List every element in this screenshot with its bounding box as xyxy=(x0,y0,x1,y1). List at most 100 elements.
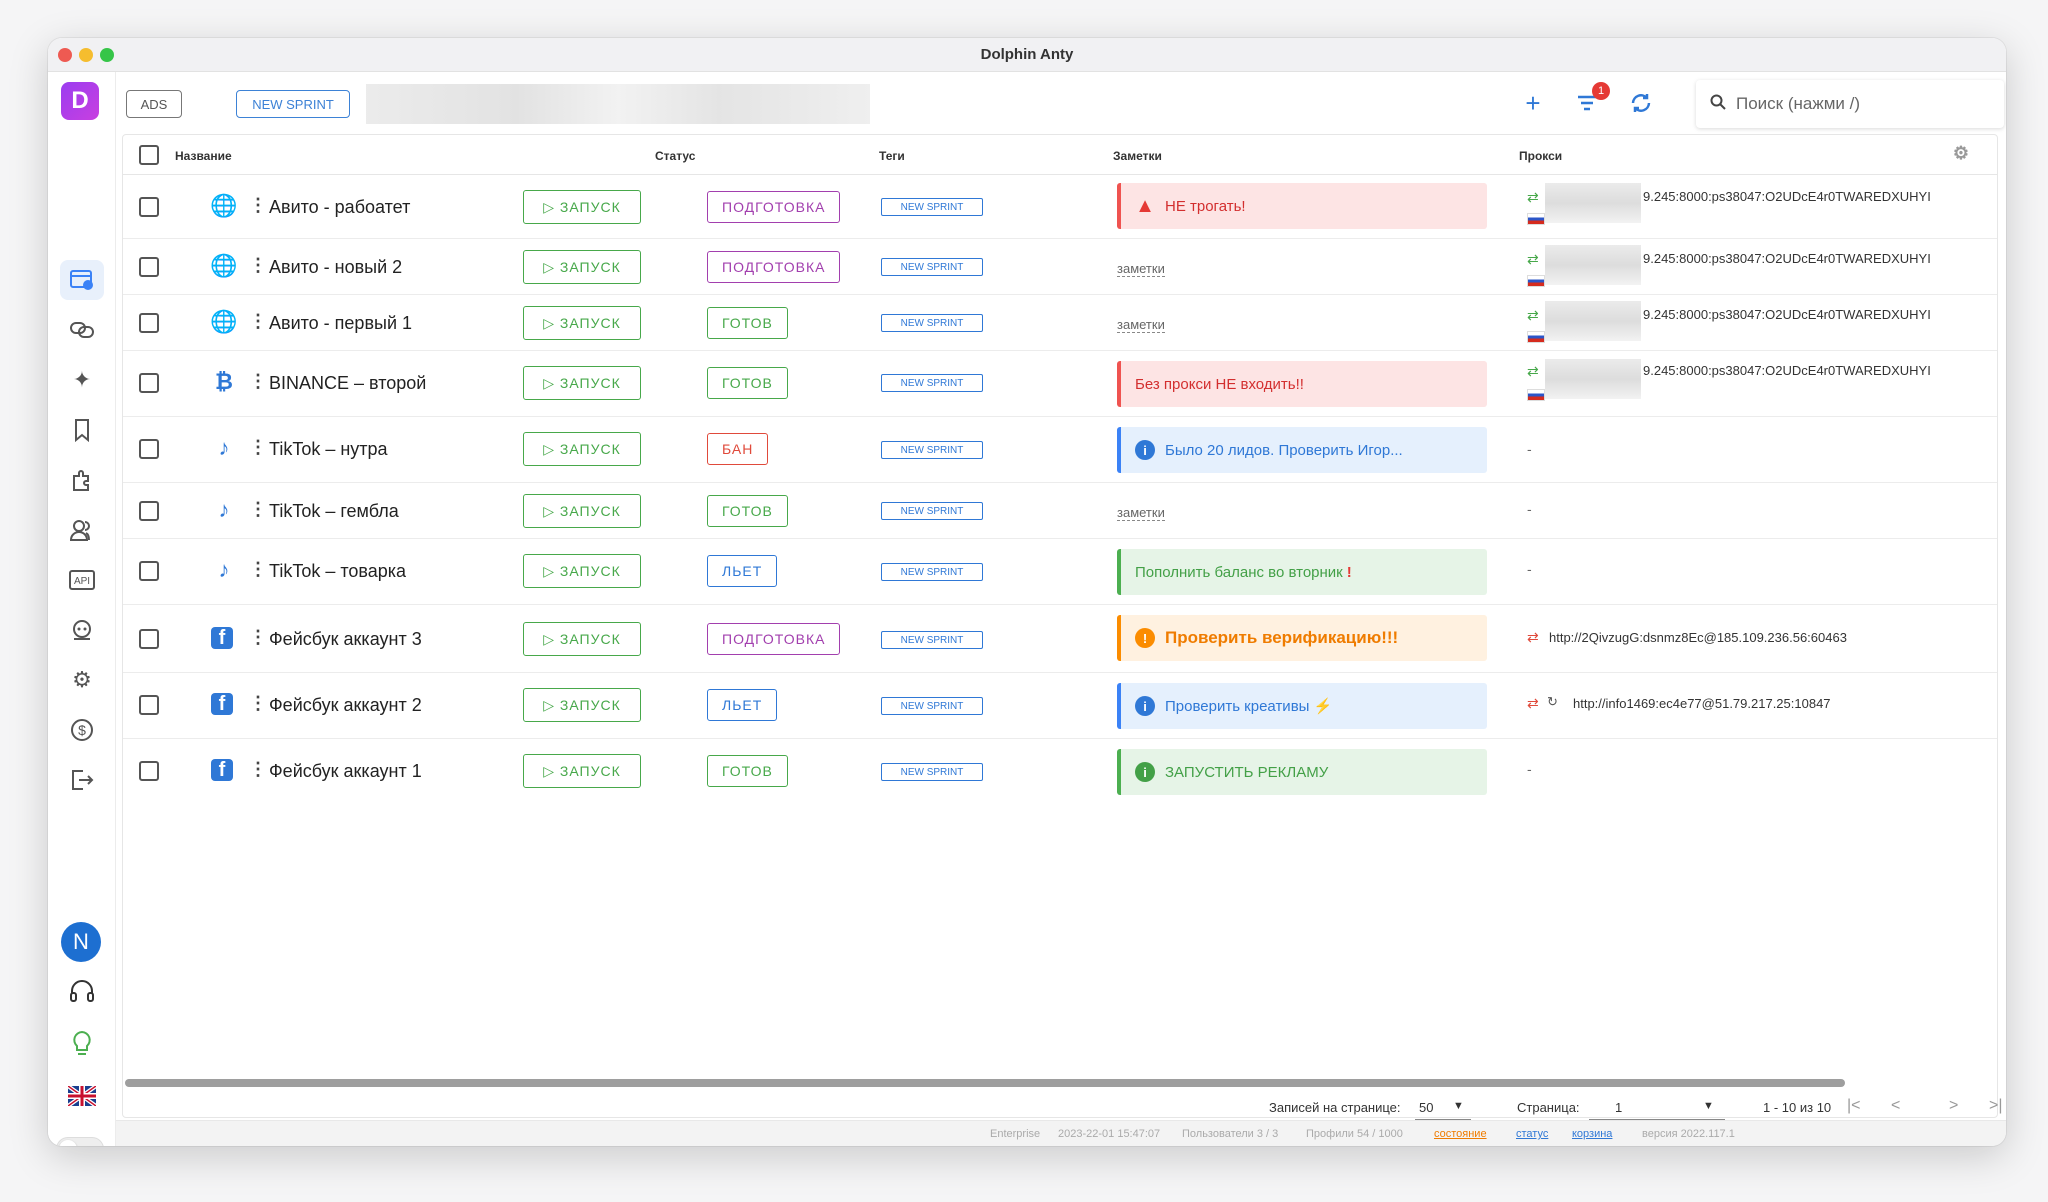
start-button[interactable]: ▷ ЗАПУСК xyxy=(523,688,641,722)
search-input[interactable]: Поиск (нажми /) xyxy=(1696,80,2004,128)
tag-badge[interactable]: NEW SPRINT xyxy=(881,441,983,459)
table-row[interactable]: f ⋮ Фейсбук аккаунт 1 ▷ ЗАПУСК ГОТОВ NEW… xyxy=(123,739,1997,805)
header-status[interactable]: Статус xyxy=(655,149,695,163)
status-badge[interactable]: ГОТОВ xyxy=(707,755,788,787)
tag-badge[interactable]: NEW SPRINT xyxy=(881,631,983,649)
table-row[interactable]: ₿ ⋮ BINANCE – второй ▷ ЗАПУСК ГОТОВ NEW … xyxy=(123,351,1997,417)
idea-lightbulb-icon[interactable] xyxy=(60,1024,104,1064)
profile-name[interactable]: TikTok – гембла xyxy=(269,501,399,522)
row-menu-icon[interactable]: ⋮ xyxy=(249,759,267,780)
refresh-icon[interactable] xyxy=(1624,86,1658,120)
support-headset-icon[interactable] xyxy=(60,972,104,1012)
per-page-chevron-down-icon[interactable]: ▼ xyxy=(1453,1100,1464,1112)
tag-chip-new-sprint[interactable]: NEW SPRINT xyxy=(236,90,350,118)
filter-icon[interactable]: 1 xyxy=(1570,82,1610,120)
user-avatar[interactable]: N xyxy=(61,922,101,962)
settings-gear-icon[interactable]: ⚙ xyxy=(60,660,104,700)
table-settings-gear-icon[interactable]: ⚙ xyxy=(1953,143,1969,164)
note-box[interactable]: Без прокси НЕ входить!! xyxy=(1117,361,1487,407)
header-tags[interactable]: Теги xyxy=(879,149,905,163)
language-uk-flag-icon[interactable] xyxy=(60,1076,104,1116)
status-link[interactable]: статус xyxy=(1516,1128,1548,1140)
row-menu-icon[interactable]: ⋮ xyxy=(249,255,267,276)
notes-placeholder[interactable]: заметки xyxy=(1117,261,1165,277)
table-row[interactable]: f ⋮ Фейсбук аккаунт 3 ▷ ЗАПУСК ПОДГОТОВК… xyxy=(123,605,1997,673)
extensions-puzzle-icon[interactable] xyxy=(60,460,104,500)
start-button[interactable]: ▷ ЗАПУСК xyxy=(523,622,641,656)
tag-chip-ads[interactable]: ADS xyxy=(126,90,182,118)
tag-badge[interactable]: NEW SPRINT xyxy=(881,258,983,276)
prev-page-icon[interactable]: < xyxy=(1891,1097,1900,1115)
header-proxy[interactable]: Прокси xyxy=(1519,149,1562,163)
table-row[interactable]: ♪ ⋮ TikTok – нутра ▷ ЗАПУСК БАН NEW SPRI… xyxy=(123,417,1997,483)
status-badge[interactable]: ЛЬЕТ xyxy=(707,555,778,587)
row-checkbox[interactable] xyxy=(139,695,159,715)
row-checkbox[interactable] xyxy=(139,373,159,393)
last-page-icon[interactable]: >| xyxy=(1989,1097,2003,1115)
first-page-icon[interactable]: |< xyxy=(1847,1097,1861,1115)
row-checkbox[interactable] xyxy=(139,501,159,521)
browser-profiles-icon[interactable] xyxy=(60,260,104,300)
page-chevron-down-icon[interactable]: ▼ xyxy=(1703,1100,1714,1112)
add-profile-plus-icon[interactable]: + xyxy=(1516,86,1550,120)
table-row[interactable]: ♪ ⋮ TikTok – гембла ▷ ЗАПУСК ГОТОВ NEW S… xyxy=(123,483,1997,539)
proxy-address[interactable]: http://info1469:ec4e77@51.79.217.25:1084… xyxy=(1573,696,1831,711)
profile-name[interactable]: Фейсбук аккаунт 3 xyxy=(269,629,422,650)
proxy-link-icon[interactable] xyxy=(60,310,104,350)
row-checkbox[interactable] xyxy=(139,561,159,581)
tag-badge[interactable]: NEW SPRINT xyxy=(881,763,983,781)
note-box[interactable]: Пополнить баланс во вторник! xyxy=(1117,549,1487,595)
table-row[interactable]: 🌐 ⋮ Авито - новый 2 ▷ ЗАПУСК ПОДГОТОВКА … xyxy=(123,239,1997,295)
row-checkbox[interactable] xyxy=(139,197,159,217)
profile-name[interactable]: Фейсбук аккаунт 2 xyxy=(269,695,422,716)
table-row[interactable]: f ⋮ Фейсбук аккаунт 2 ▷ ЗАПУСК ЛЬЕТ NEW … xyxy=(123,673,1997,739)
notes-placeholder[interactable]: заметки xyxy=(1117,317,1165,333)
status-badge[interactable]: ЛЬЕТ xyxy=(707,689,778,721)
row-menu-icon[interactable]: ⋮ xyxy=(249,693,267,714)
tag-badge[interactable]: NEW SPRINT xyxy=(881,697,983,715)
start-button[interactable]: ▷ ЗАПУСК xyxy=(523,494,641,528)
health-link[interactable]: состояние xyxy=(1434,1128,1487,1140)
billing-dollar-icon[interactable]: $ xyxy=(60,710,104,750)
per-page-select[interactable]: 50 xyxy=(1419,1100,1433,1115)
tag-badge[interactable]: NEW SPRINT xyxy=(881,198,983,216)
start-button[interactable]: ▷ ЗАПУСК xyxy=(523,250,641,284)
page-select[interactable]: 1 xyxy=(1615,1100,1622,1115)
status-badge[interactable]: ГОТОВ xyxy=(707,307,788,339)
status-badge[interactable]: ГОТОВ xyxy=(707,495,788,527)
profile-name[interactable]: Авито - новый 2 xyxy=(269,257,402,278)
row-checkbox[interactable] xyxy=(139,629,159,649)
tag-badge[interactable]: NEW SPRINT xyxy=(881,502,983,520)
proxy-address[interactable]: 9.245:8000:ps38047:O2UDcE4r0TWAREDXUHYI xyxy=(1643,189,1931,204)
tag-badge[interactable]: NEW SPRINT xyxy=(881,374,983,392)
notes-placeholder[interactable]: заметки xyxy=(1117,505,1165,521)
row-checkbox[interactable] xyxy=(139,257,159,277)
tag-badge[interactable]: NEW SPRINT xyxy=(881,314,983,332)
bookmark-icon[interactable] xyxy=(60,410,104,450)
tag-badge[interactable]: NEW SPRINT xyxy=(881,563,983,581)
row-menu-icon[interactable]: ⋮ xyxy=(249,627,267,648)
profile-name[interactable]: TikTok – товарка xyxy=(269,561,406,582)
row-menu-icon[interactable]: ⋮ xyxy=(249,499,267,520)
proxy-rotate-icon[interactable]: ↻ xyxy=(1547,694,1558,710)
row-menu-icon[interactable]: ⋮ xyxy=(249,559,267,580)
start-button[interactable]: ▷ ЗАПУСК xyxy=(523,754,641,788)
dolphin-logo-icon[interactable]: D xyxy=(61,82,99,120)
start-button[interactable]: ▷ ЗАПУСК xyxy=(523,432,641,466)
profile-name[interactable]: TikTok – нутра xyxy=(269,439,388,460)
start-button[interactable]: ▷ ЗАПУСК xyxy=(523,190,641,224)
row-checkbox[interactable] xyxy=(139,439,159,459)
proxy-address[interactable]: 9.245:8000:ps38047:O2UDcE4r0TWAREDXUHYI xyxy=(1643,307,1931,322)
note-box[interactable]: ! Проверить верификацию!!! xyxy=(1117,615,1487,661)
start-button[interactable]: ▷ ЗАПУСК xyxy=(523,306,641,340)
start-button[interactable]: ▷ ЗАПУСК xyxy=(523,366,641,400)
proxy-address[interactable]: http://2QivzugG:dsnmz8Ec@185.109.236.56:… xyxy=(1549,630,1847,645)
proxy-address[interactable]: 9.245:8000:ps38047:O2UDcE4r0TWAREDXUHYI xyxy=(1643,363,1931,378)
note-box[interactable]: i Проверить креативы ⚡ xyxy=(1117,683,1487,729)
magic-sparkle-icon[interactable]: ✦ xyxy=(60,360,104,400)
profile-name[interactable]: Авито - рабоатет xyxy=(269,197,410,218)
trash-link[interactable]: корзина xyxy=(1572,1128,1612,1140)
horizontal-scrollbar[interactable] xyxy=(125,1079,1845,1087)
status-badge[interactable]: ГОТОВ xyxy=(707,367,788,399)
status-badge[interactable]: БАН xyxy=(707,433,769,465)
